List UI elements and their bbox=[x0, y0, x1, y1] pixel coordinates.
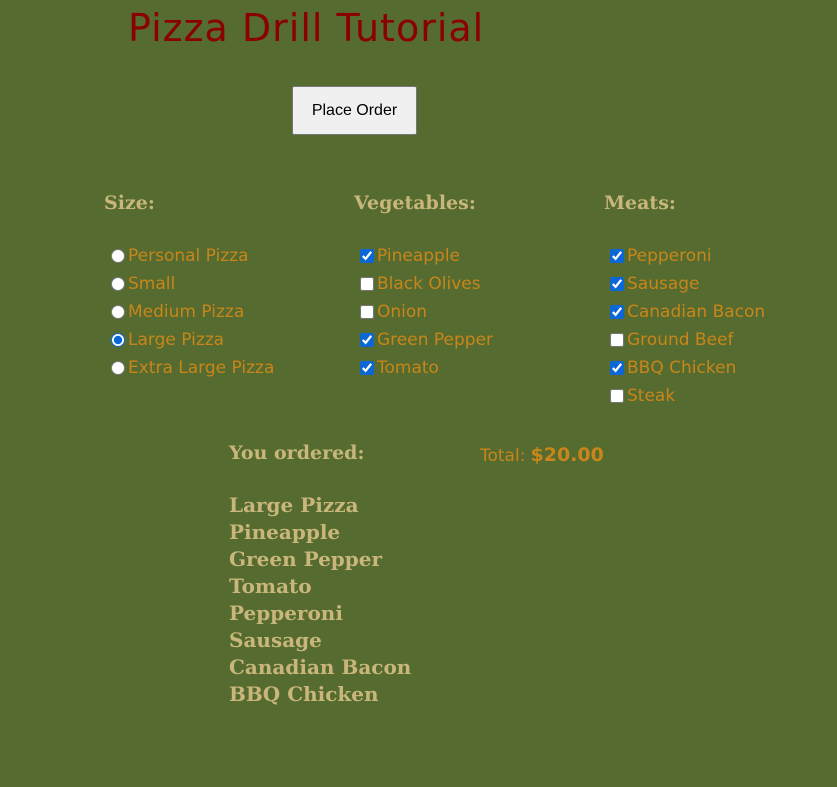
ordered-item: Green Pepper bbox=[229, 547, 383, 571]
vegetable-option-label: Onion bbox=[377, 302, 428, 322]
vegetable-option-label: Tomato bbox=[377, 358, 439, 378]
meat-checkbox-canadian-bacon[interactable] bbox=[610, 305, 624, 319]
size-radio-large[interactable] bbox=[111, 333, 125, 347]
vegetable-option-pineapple[interactable]: Pineapple bbox=[360, 242, 493, 270]
size-option-label: Personal Pizza bbox=[128, 246, 249, 266]
size-option-personal[interactable]: Personal Pizza bbox=[111, 242, 274, 270]
meat-option-label: Pepperoni bbox=[627, 246, 712, 266]
vegetable-option-label: Black Olives bbox=[377, 274, 481, 294]
size-option-small[interactable]: Small bbox=[111, 270, 274, 298]
size-radio-extra-large[interactable] bbox=[111, 361, 125, 375]
size-radio-medium[interactable] bbox=[111, 305, 125, 319]
order-summary-heading: You ordered: bbox=[229, 442, 365, 464]
size-radio-small[interactable] bbox=[111, 277, 125, 291]
meat-option-label: Sausage bbox=[627, 274, 700, 294]
ordered-item: Pepperoni bbox=[229, 601, 343, 625]
meat-option-steak[interactable]: Steak bbox=[610, 382, 765, 410]
page-title: Pizza Drill Tutorial bbox=[128, 6, 485, 50]
total-value: $20.00 bbox=[530, 444, 604, 466]
size-option-large[interactable]: Large Pizza bbox=[111, 326, 274, 354]
vegetable-option-tomato[interactable]: Tomato bbox=[360, 354, 493, 382]
size-option-label: Medium Pizza bbox=[128, 302, 245, 322]
size-option-medium[interactable]: Medium Pizza bbox=[111, 298, 274, 326]
meat-option-label: BBQ Chicken bbox=[627, 358, 737, 378]
vegetable-option-label: Green Pepper bbox=[377, 330, 494, 350]
ordered-items-list: Large Pizza Pineapple Green Pepper Tomat… bbox=[229, 492, 411, 708]
total-label: Total: bbox=[480, 446, 526, 466]
vegetable-options: Pineapple Black Olives Onion Green Peppe… bbox=[360, 242, 493, 382]
size-option-label: Extra Large Pizza bbox=[128, 358, 275, 378]
meat-checkbox-sausage[interactable] bbox=[610, 277, 624, 291]
vegetable-option-green-pepper[interactable]: Green Pepper bbox=[360, 326, 493, 354]
vegetable-option-label: Pineapple bbox=[377, 246, 461, 266]
meats-heading: Meats: bbox=[604, 192, 676, 214]
meat-option-bbq-chicken[interactable]: BBQ Chicken bbox=[610, 354, 765, 382]
ordered-item: Pineapple bbox=[229, 520, 341, 544]
ordered-item: Tomato bbox=[229, 574, 312, 598]
meat-option-label: Canadian Bacon bbox=[627, 302, 766, 322]
vegetable-checkbox-onion[interactable] bbox=[360, 305, 374, 319]
size-option-extra-large[interactable]: Extra Large Pizza bbox=[111, 354, 274, 382]
vegetable-checkbox-black-olives[interactable] bbox=[360, 277, 374, 291]
size-radio-personal[interactable] bbox=[111, 249, 125, 263]
meat-option-ground-beef[interactable]: Ground Beef bbox=[610, 326, 765, 354]
meat-option-label: Steak bbox=[627, 386, 676, 406]
meat-checkbox-steak[interactable] bbox=[610, 389, 624, 403]
meat-option-label: Ground Beef bbox=[627, 330, 734, 350]
vegetable-checkbox-pineapple[interactable] bbox=[360, 249, 374, 263]
meat-checkbox-bbq-chicken[interactable] bbox=[610, 361, 624, 375]
meat-option-canadian-bacon[interactable]: Canadian Bacon bbox=[610, 298, 765, 326]
meat-checkbox-ground-beef[interactable] bbox=[610, 333, 624, 347]
vegetable-option-onion[interactable]: Onion bbox=[360, 298, 493, 326]
meat-option-sausage[interactable]: Sausage bbox=[610, 270, 765, 298]
size-option-label: Large Pizza bbox=[128, 330, 225, 350]
order-total: Total: $20.00 bbox=[480, 444, 604, 466]
vegetables-heading: Vegetables: bbox=[354, 192, 476, 214]
meat-options: Pepperoni Sausage Canadian Bacon Ground … bbox=[610, 242, 765, 410]
ordered-item: Canadian Bacon bbox=[229, 655, 412, 679]
size-heading: Size: bbox=[104, 192, 155, 214]
ordered-item: Sausage bbox=[229, 628, 322, 652]
ordered-item: BBQ Chicken bbox=[229, 682, 379, 706]
meat-option-pepperoni[interactable]: Pepperoni bbox=[610, 242, 765, 270]
size-options: Personal Pizza Small Medium Pizza Large … bbox=[111, 242, 274, 382]
vegetable-option-black-olives[interactable]: Black Olives bbox=[360, 270, 493, 298]
meat-checkbox-pepperoni[interactable] bbox=[610, 249, 624, 263]
ordered-item: Large Pizza bbox=[229, 493, 359, 517]
vegetable-checkbox-green-pepper[interactable] bbox=[360, 333, 374, 347]
vegetable-checkbox-tomato[interactable] bbox=[360, 361, 374, 375]
place-order-button[interactable]: Place Order bbox=[292, 86, 417, 135]
size-option-label: Small bbox=[128, 274, 176, 294]
